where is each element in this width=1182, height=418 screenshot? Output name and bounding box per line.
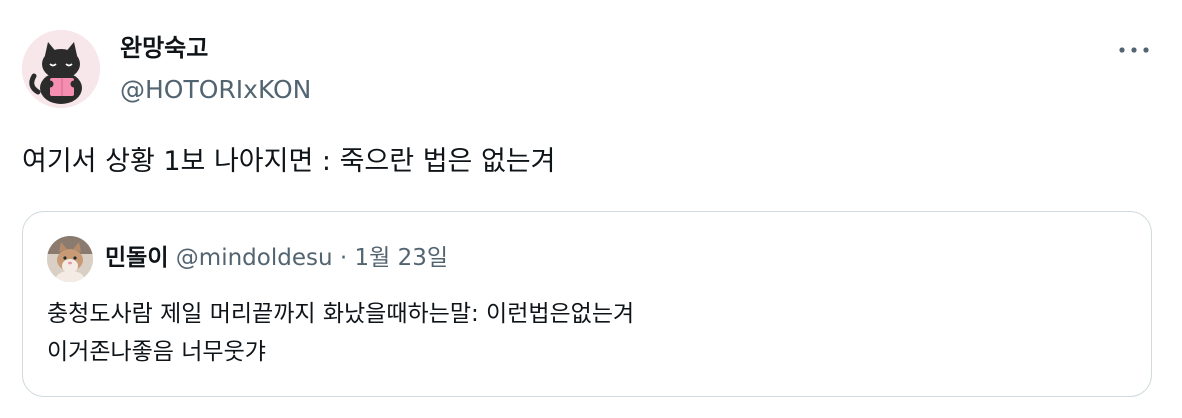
header-separator: · [339,245,348,271]
quoted-header: 민돌이 @mindoldesu · 1월 23일 [105,243,448,273]
quoted-author-name[interactable]: 민돌이 [105,245,168,271]
quoted-text-line: 이거존나좋음 너무웃갸 [47,339,266,365]
quoted-author-avatar[interactable] [47,236,93,282]
author-name[interactable]: 완망숙고 [120,33,208,63]
tweet-card: 완망숙고 @HOTORIxKON 여기서 상황 1보 나아지면 : 죽으란 법은… [0,0,1182,418]
quoted-tweet[interactable]: 민돌이 @mindoldesu · 1월 23일 충청도사람 제일 머리끝까지 … [22,211,1152,397]
quoted-text-line: 충청도사람 제일 머리끝까지 화났을때하는말: 이런법은없는겨 [47,301,635,327]
author-avatar[interactable] [22,30,100,108]
more-options-button[interactable] [1112,36,1156,64]
more-horizontal-icon [1119,47,1149,53]
tweet-text: 여기서 상황 1보 나아지면 : 죽으란 법은 없는겨 [22,146,556,177]
quoted-text: 충청도사람 제일 머리끝까지 화났을때하는말: 이런법은없는겨 이거존나좋음 너… [47,295,634,371]
quoted-timestamp[interactable]: 1월 23일 [354,245,448,271]
black-cat-reading-avatar-icon [22,30,100,108]
quoted-author-handle[interactable]: @mindoldesu [176,245,333,271]
author-handle[interactable]: @HOTORIxKON [120,75,311,105]
cat-photo-avatar-icon [47,236,93,282]
